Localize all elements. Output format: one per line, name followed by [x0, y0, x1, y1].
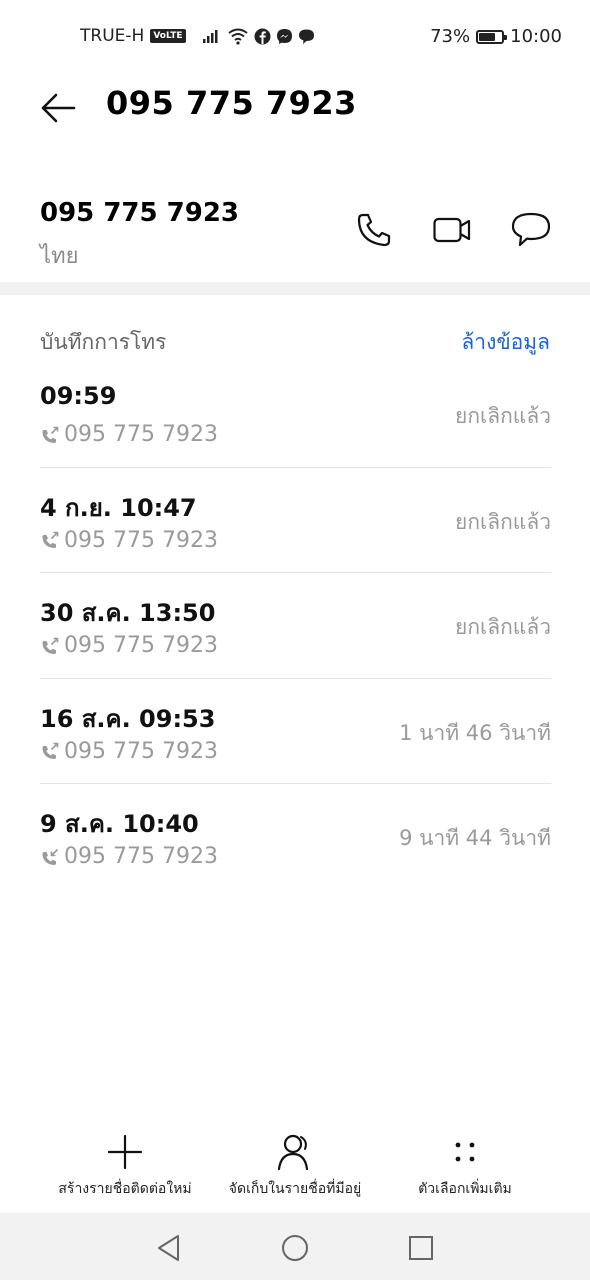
outgoing-call-icon	[42, 426, 59, 443]
bottom-action-bar: สร้างรายชื่อติดต่อใหม่ จัดเก็บในรายชื่อท…	[0, 1130, 590, 1210]
more-options-label: ตัวเลือกเพิ่มเติม	[418, 1181, 512, 1197]
call-time: 9 ส.ค. 10:40	[40, 810, 199, 838]
call-time: 4 ก.ย. 10:47	[40, 493, 197, 522]
outgoing-call-icon	[42, 531, 59, 548]
call-number: 095 775 7923	[64, 527, 218, 553]
signal-icon	[202, 30, 218, 43]
status-left: TRUE-H VoLTE	[80, 26, 315, 46]
call-sub: 095 775 7923	[40, 633, 218, 658]
call-sub: 095 775 7923	[40, 422, 218, 447]
messenger-icon	[276, 28, 292, 44]
call-status: ยกเลิกแล้ว	[455, 509, 551, 534]
battery-fill	[479, 32, 495, 41]
call-number: 095 775 7923	[64, 738, 218, 764]
message-icon[interactable]	[511, 210, 551, 250]
more-options-button[interactable]: ตัวเลือกเพิ่มเติม	[370, 1130, 560, 1200]
battery-icon	[476, 29, 508, 44]
call-sub: 095 775 7923	[40, 844, 218, 869]
clear-log-button[interactable]: ล้างข้อมูล	[461, 326, 550, 359]
call-number: 095 775 7923	[64, 633, 218, 658]
call-log-header: บันทึกการโทร ล้างข้อมูล	[0, 318, 590, 358]
call-log-row[interactable]: 4 ก.ย. 10:47 095 775 7923 ยกเลิกแล้ว	[40, 468, 551, 573]
new-contact-button[interactable]: สร้างรายชื่อติดต่อใหม่	[30, 1130, 220, 1200]
nav-back-icon[interactable]	[154, 1233, 184, 1263]
carrier-label: TRUE-H	[80, 26, 145, 46]
call-log-title: บันทึกการโทร	[40, 330, 167, 354]
new-contact-label: สร้างรายชื่อติดต่อใหม่	[58, 1181, 192, 1197]
call-log-list: 09:59 095 775 7923 ยกเลิกแล้ว 4 ก.ย. 10:47 0…	[40, 362, 551, 890]
section-divider	[0, 282, 590, 295]
plus-icon	[107, 1134, 143, 1170]
wifi-icon	[227, 28, 248, 45]
outgoing-call-icon	[42, 637, 59, 654]
call-sub: 095 775 7923	[40, 739, 218, 764]
status-right: 73% 10:00	[430, 26, 562, 47]
call-time: 16 ส.ค. 09:53	[40, 704, 216, 733]
status-bar: TRUE-H VoLTE 73% 10:00	[0, 0, 590, 74]
outgoing-call-icon	[42, 742, 59, 759]
call-status: ยกเลิกแล้ว	[455, 404, 551, 428]
call-status: 1 นาที 46 วินาที	[399, 720, 551, 745]
battery-percent: 73%	[430, 26, 471, 47]
volte-badge: VoLTE	[150, 29, 186, 43]
contact-location: ไทย	[40, 244, 79, 269]
more-dots-icon	[455, 1142, 475, 1162]
contact-card: 095 775 7923 ไทย	[0, 180, 590, 280]
call-time: 30 ส.ค. 13:50	[40, 599, 216, 627]
call-number: 095 775 7923	[64, 844, 218, 869]
call-status: 9 นาที 44 วินาที	[399, 826, 551, 850]
call-log-row[interactable]: 9 ส.ค. 10:40 095 775 7923 9 นาที 44 วินาที	[40, 784, 551, 890]
nav-recents-icon[interactable]	[406, 1233, 436, 1263]
clock: 10:00	[510, 26, 562, 47]
call-number: 095 775 7923	[64, 422, 218, 447]
phone-icon[interactable]	[354, 210, 394, 250]
call-time: 09:59	[40, 382, 117, 410]
person-icon	[277, 1134, 309, 1171]
facebook-icon	[254, 28, 271, 44]
system-nav-bar	[0, 1213, 590, 1280]
call-log-row[interactable]: 16 ส.ค. 09:53 095 775 7923 1 นาที 46 วินาท…	[40, 679, 551, 784]
video-call-icon[interactable]	[432, 210, 472, 250]
app-header: 095 775 7923	[0, 74, 590, 144]
nav-home-icon[interactable]	[280, 1233, 310, 1263]
incoming-call-icon	[42, 848, 59, 865]
call-sub: 095 775 7923	[40, 528, 218, 553]
save-existing-label: จัดเก็บในรายชื่อที่มีอยู่	[228, 1181, 362, 1197]
contact-number: 095 775 7923	[40, 198, 240, 228]
save-existing-button[interactable]: จัดเก็บในรายชื่อที่มีอยู่	[200, 1130, 390, 1200]
page-title: 095 775 7923	[106, 84, 357, 122]
chat-icon	[298, 29, 314, 44]
call-log-row[interactable]: 09:59 095 775 7923 ยกเลิกแล้ว	[40, 362, 551, 468]
call-status: ยกเลิกแล้ว	[455, 615, 551, 639]
call-log-row[interactable]: 30 ส.ค. 13:50 095 775 7923 ยกเลิกแล้ว	[40, 573, 551, 679]
back-arrow-icon[interactable]	[38, 88, 78, 128]
